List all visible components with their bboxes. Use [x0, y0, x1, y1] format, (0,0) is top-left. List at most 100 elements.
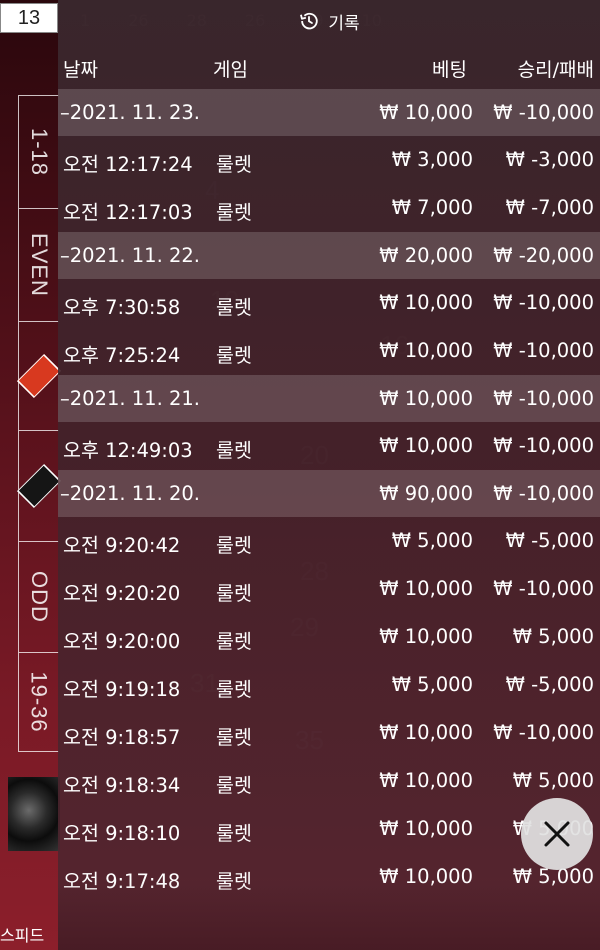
row-bet-amount: ₩ 10,000: [379, 101, 473, 124]
row-bet-amount: ₩ 10,000: [379, 865, 473, 888]
outside-bets-column: 1-18 EVEN ODD 19-36: [16, 95, 62, 752]
row-time: 오전 9:20:42: [63, 534, 181, 557]
row-game: 룰렛: [216, 153, 252, 176]
row-bet-amount: ₩ 20,000: [379, 244, 473, 267]
row-bet-amount: ₩ 10,000: [379, 769, 473, 792]
date-group-row: –2021. 11. 22. ₩ 20,000 ₩ -20,000: [58, 232, 600, 279]
date-group-row: –2021. 11. 23. ₩ 10,000 ₩ -10,000: [58, 89, 600, 136]
panel-title: 기록: [328, 13, 360, 34]
row-bet-amount: ₩ 10,000: [379, 721, 473, 744]
history-row: 오전 9:18:10룰렛₩ 10,000₩ 5,000: [58, 805, 600, 853]
row-game: 룰렛: [216, 822, 252, 845]
row-time: 오전 12:17:24: [63, 153, 193, 176]
row-bet-amount: ₩ 10,000: [379, 339, 473, 362]
bet-19-36[interactable]: 19-36: [19, 653, 59, 750]
column-header-bet: 베팅: [432, 59, 467, 81]
red-diamond-icon: [16, 353, 62, 399]
column-header-result: 승리/패배: [517, 59, 594, 81]
row-bet-amount: ₩ 10,000: [379, 577, 473, 600]
date-label: –2021. 11. 23.: [60, 101, 200, 124]
row-time: 오후 7:30:58: [63, 296, 181, 319]
date-label: –2021. 11. 22.: [60, 244, 200, 267]
bet-black[interactable]: [16, 431, 62, 542]
history-row: 오전 9:20:42 룰렛 ₩ 5,000 ₩ -5,000: [58, 517, 600, 565]
row-time: 오전 12:17:03: [63, 201, 193, 224]
row-result-amount: ₩ -10,000: [493, 721, 594, 744]
history-row: 오전 9:20:20 룰렛 ₩ 10,000 ₩ -10,000: [58, 565, 600, 613]
column-header-game: 게임: [213, 59, 248, 81]
history-row: 오후 12:49:03 룰렛 ₩ 10,000 ₩ -10,000: [58, 422, 600, 470]
row-bet-amount: ₩ 10,000: [379, 434, 473, 457]
row-bet-amount: ₩ 5,000: [391, 673, 473, 696]
row-result-amount: ₩ -10,000: [493, 101, 594, 124]
column-header-date: 날짜: [63, 59, 98, 81]
history-row: 오전 9:17:48 룰렛 ₩ 10,000 ₩ 5,000: [58, 853, 600, 901]
row-time: 오전 9:18:34: [63, 774, 181, 797]
row-game: 룰렛: [216, 201, 252, 224]
history-list[interactable]: –2021. 11. 23. ₩ 10,000 ₩ -10,000 오전 12:17:…: [58, 89, 600, 901]
row-bet-amount: ₩ 3,000: [391, 148, 473, 171]
column-headers: 날짜 게임 베팅 승리/패배: [58, 44, 600, 88]
row-bet-amount: ₩ 90,000: [379, 482, 473, 505]
close-button[interactable]: [521, 798, 593, 870]
row-result-amount: ₩ -10,000: [493, 339, 594, 362]
last-number-badge: 13: [0, 3, 58, 33]
row-result-amount: ₩ -5,000: [505, 673, 594, 696]
row-bet-amount: ₩ 10,000: [379, 817, 473, 840]
row-game: 룰렛: [216, 678, 252, 701]
row-bet-amount: ₩ 10,000: [379, 625, 473, 648]
row-bet-amount: ₩ 7,000: [391, 196, 473, 219]
row-result-amount: ₩ -10,000: [493, 434, 594, 457]
row-result-amount: ₩ 5,000: [512, 769, 594, 792]
row-game: 룰렛: [216, 534, 252, 557]
row-time: 오후 12:49:03: [63, 439, 193, 462]
row-time: 오전 9:20:20: [63, 582, 181, 605]
bet-red[interactable]: [16, 322, 62, 431]
history-row: 오전 12:17:03 룰렛 ₩ 7,000 ₩ -7,000: [58, 184, 600, 232]
row-result-amount: ₩ -10,000: [493, 387, 594, 410]
history-row: 오전 9:19:18 룰렛 ₩ 5,000 ₩ -5,000: [58, 661, 600, 709]
row-bet-amount: ₩ 10,000: [379, 387, 473, 410]
row-time: 오전 9:18:10: [63, 822, 181, 845]
date-label: –2021. 11. 21.: [60, 387, 200, 410]
close-icon: [544, 821, 570, 847]
row-result-amount: ₩ -20,000: [493, 244, 594, 267]
row-time: 오전 9:18:57: [63, 726, 181, 749]
row-time: 오전 9:20:00: [63, 630, 181, 653]
row-game: 룰렛: [216, 774, 252, 797]
row-result-amount: ₩ -10,000: [493, 482, 594, 505]
row-game: 룰렛: [216, 582, 252, 605]
date-label: –2021. 11. 20.: [60, 482, 200, 505]
date-group-row: –2021. 11. 20. ₩ 90,000 ₩ -10,000: [58, 470, 600, 517]
row-result-amount: ₩ -10,000: [493, 291, 594, 314]
panel-header: 기록: [58, 0, 600, 42]
game-name-label: 스피드: [0, 928, 45, 945]
history-row: 오후 7:30:58 룰렛 ₩ 10,000 ₩ -10,000: [58, 279, 600, 327]
row-result-amount: ₩ -7,000: [505, 196, 594, 219]
row-time: 오전 9:19:18: [63, 678, 181, 701]
bet-1-18[interactable]: 1-18: [19, 96, 59, 209]
row-time: 오후 7:25:24: [63, 344, 181, 367]
black-diamond-icon: [16, 463, 62, 509]
row-result-amount: ₩ -10,000: [493, 577, 594, 600]
history-row: 오후 7:25:24 룰렛 ₩ 10,000 ₩ -10,000: [58, 327, 600, 375]
row-game: 룰렛: [216, 344, 252, 367]
history-icon: [300, 12, 319, 30]
history-row: 오전 9:18:57 룰렛 ₩ 10,000 ₩ -10,000: [58, 709, 600, 757]
row-time: 오전 9:17:48: [63, 870, 181, 893]
roulette-wheel-thumbnail[interactable]: [8, 777, 60, 851]
row-game: 룰렛: [216, 296, 252, 319]
history-panel: 기록 날짜 게임 베팅 승리/패배 –2021. 11. 23. ₩ 10,000…: [58, 0, 600, 950]
bet-even[interactable]: EVEN: [19, 209, 59, 322]
row-result-amount: ₩ 5,000: [512, 625, 594, 648]
row-game: 룰렛: [216, 439, 252, 462]
row-game: 룰렛: [216, 630, 252, 653]
bet-odd[interactable]: ODD: [19, 542, 59, 653]
date-group-row: –2021. 11. 21. ₩ 10,000 ₩ -10,000: [58, 375, 600, 422]
row-bet-amount: ₩ 5,000: [391, 529, 473, 552]
row-result-amount: ₩ -3,000: [505, 148, 594, 171]
history-row: 오전 9:20:00 룰렛 ₩ 10,000 ₩ 5,000: [58, 613, 600, 661]
row-result-amount: ₩ -5,000: [505, 529, 594, 552]
row-game: 룰렛: [216, 870, 252, 893]
history-row: 오전 12:17:24 룰렛 ₩ 3,000 ₩ -3,000: [58, 136, 600, 184]
